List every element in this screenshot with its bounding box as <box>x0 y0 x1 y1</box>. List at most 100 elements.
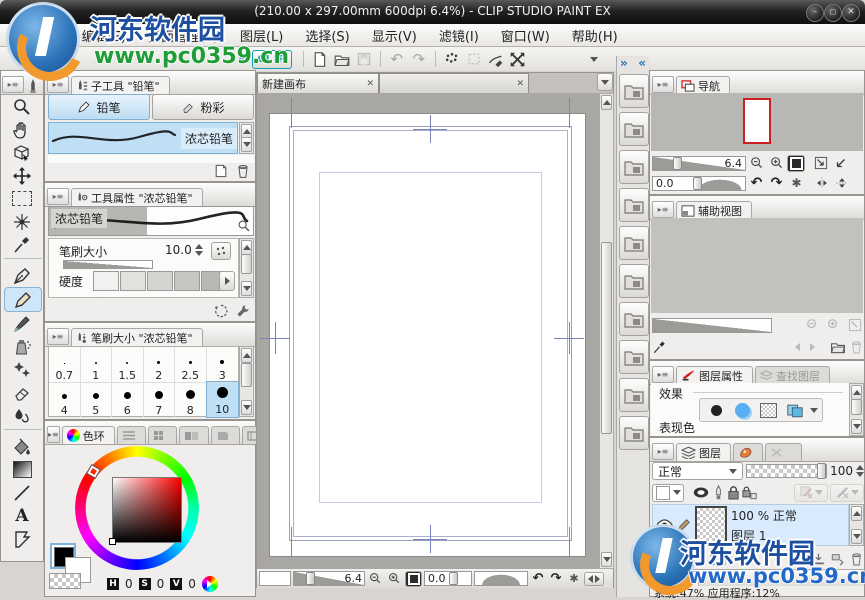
navigator-preview[interactable] <box>651 93 863 151</box>
effect-border-button[interactable] <box>704 401 728 419</box>
transfer-icon[interactable] <box>830 552 845 566</box>
size-cell[interactable]: 2 <box>144 347 176 382</box>
hardness-selector[interactable] <box>93 271 227 291</box>
tool-brush[interactable] <box>4 312 40 335</box>
material-folder-3d-object-button[interactable] <box>619 378 649 412</box>
brush-size-menu-button[interactable]: ▸≡ <box>47 328 69 345</box>
color-menu-button[interactable]: ▸≡ <box>47 426 60 443</box>
effect-extract-line-button[interactable] <box>782 401 808 419</box>
subtool-title-tab[interactable]: 子工具 "铅笔" <box>71 76 170 94</box>
nav-fit-button[interactable] <box>787 155 805 172</box>
delete-subtool-trash-icon[interactable] <box>235 163 251 179</box>
subview-open-icon[interactable] <box>829 339 847 355</box>
canvas-vscrollbar[interactable] <box>599 93 614 569</box>
layer-color-tab[interactable] <box>733 443 763 461</box>
maximize-button[interactable]: ▢ <box>824 4 842 22</box>
combine-layers-icon[interactable] <box>652 552 668 566</box>
color-set-tab[interactable] <box>148 426 177 444</box>
nav-rotate-cw-button[interactable]: ↷ <box>767 173 786 193</box>
brush-size-scrollbar[interactable] <box>239 346 254 417</box>
reset-rotation-button[interactable]: ✱ <box>566 569 582 589</box>
effect-tone-circle-button[interactable] <box>730 401 754 419</box>
tool-figure[interactable] <box>4 481 40 504</box>
layer-row[interactable]: 100 % 正常 图层 1 <box>652 504 849 546</box>
sv-square[interactable] <box>112 477 182 543</box>
save-button[interactable] <box>353 49 375 69</box>
new-layer-icon[interactable] <box>672 552 687 566</box>
lock-transparent-icon[interactable] <box>742 485 758 500</box>
subtool-scrollbar[interactable] <box>239 122 254 154</box>
tool-property-scrollbar[interactable] <box>239 238 254 298</box>
merge-down-icon[interactable] <box>811 552 826 566</box>
tool-airbrush[interactable] <box>4 335 40 358</box>
undo-button[interactable]: ↶ <box>386 49 408 69</box>
material-folder-effect-brush-button[interactable] <box>619 264 649 298</box>
delete-layer-trash-icon[interactable] <box>849 551 864 567</box>
menu-window[interactable]: 窗口(W) <box>491 24 560 47</box>
material-folder-layout-button[interactable] <box>619 226 649 260</box>
canvas-page[interactable] <box>269 113 586 557</box>
canvas-tab-2[interactable]: ✕ <box>379 73 529 93</box>
nav-zoom-in-button[interactable] <box>767 153 786 173</box>
minimize-button[interactable]: – <box>806 4 824 22</box>
tool-selection[interactable] <box>4 187 40 210</box>
size-cell[interactable]: 0.7 <box>49 347 81 382</box>
tool-decoration[interactable] <box>4 358 40 381</box>
size-cell[interactable]: 7 <box>144 382 176 417</box>
layer-tab[interactable]: 图层 <box>676 443 731 461</box>
menu-filter[interactable]: 滤镜(I) <box>429 24 489 47</box>
navigator-rotation-slider[interactable]: 0.0 <box>652 176 746 191</box>
nav-actual-size-button[interactable] <box>831 153 850 173</box>
layer-property-scrollbar[interactable] <box>849 383 864 436</box>
tool-operate[interactable] <box>4 141 40 164</box>
material-folder-pose-button[interactable] <box>619 416 649 450</box>
subview-next-button[interactable] <box>810 343 815 351</box>
nav-fit-screen-button[interactable] <box>811 153 830 173</box>
layer-extra-tab[interactable] <box>765 443 802 461</box>
close-tab-icon[interactable]: ✕ <box>366 79 374 89</box>
navigator-view-frame[interactable] <box>743 98 771 144</box>
menu-select[interactable]: 选择(S) <box>295 24 359 47</box>
brush-size-slider[interactable] <box>63 260 153 269</box>
canvas-fit-button[interactable] <box>405 571 422 587</box>
canvas-zoom-in-button[interactable] <box>386 571 403 587</box>
size-cell[interactable]: 4 <box>49 382 81 417</box>
material-folder-tone-button[interactable] <box>619 188 649 222</box>
size-cell[interactable]: 2.5 <box>175 347 207 382</box>
color-slider-tab[interactable] <box>117 426 146 444</box>
tool-hand[interactable] <box>4 118 40 141</box>
layer-name[interactable]: 图层 1 <box>731 527 797 544</box>
material-folder-image-material-button[interactable] <box>619 112 649 146</box>
brush-size-dynamics-button[interactable] <box>211 242 231 260</box>
tool-property-menu-button[interactable]: ▸≡ <box>47 188 69 205</box>
subtool-tab-pencil[interactable]: 铅笔 <box>48 94 150 120</box>
subview-zoom-in-button[interactable] <box>824 315 843 335</box>
rotate-cw-button[interactable]: ↷ <box>548 569 564 589</box>
subview-eyedropper-icon[interactable] <box>652 339 667 356</box>
tool-zoom[interactable] <box>4 95 40 118</box>
brush-size-spinner[interactable] <box>195 244 203 256</box>
subview-zoom-out-button[interactable] <box>803 315 822 335</box>
layer-property-tab[interactable]: 图层属性 <box>676 366 753 384</box>
opacity-spinner[interactable] <box>856 465 864 477</box>
info-tab[interactable]: 信息 <box>650 571 699 586</box>
density-value[interactable]: 100 <box>165 295 188 298</box>
tool-eraser[interactable] <box>4 381 40 404</box>
blend-mode-dropdown[interactable]: 正常 <box>652 462 743 480</box>
snap-to-ruler-button[interactable] <box>441 49 463 69</box>
wrench-icon[interactable] <box>235 303 251 319</box>
nav-rotate-ccw-button[interactable]: ↶ <box>747 173 766 193</box>
opacity-value[interactable]: 100 <box>830 464 853 478</box>
nav-flip-horizontal-button[interactable] <box>812 173 831 193</box>
redo-button[interactable]: ↷ <box>408 49 430 69</box>
tool-palette-menu-button[interactable]: ▸≡ <box>2 76 24 93</box>
tool-move-layer[interactable] <box>4 164 40 187</box>
close-tab2-icon[interactable]: ✕ <box>516 79 524 89</box>
lightbulb-pin-icon[interactable] <box>712 485 725 501</box>
subview-prev-button[interactable] <box>795 343 800 351</box>
menu-help[interactable]: 帮助(H) <box>562 24 628 47</box>
brush-size-title-tab[interactable]: 笔刷大小 "浓芯铅笔" <box>71 328 203 346</box>
subtool-item-selected[interactable]: 浓芯铅笔 <box>48 122 238 154</box>
navigator-tab[interactable]: 导航 <box>676 76 730 94</box>
navigator-zoom-slider[interactable]: 6.4 <box>652 156 746 171</box>
